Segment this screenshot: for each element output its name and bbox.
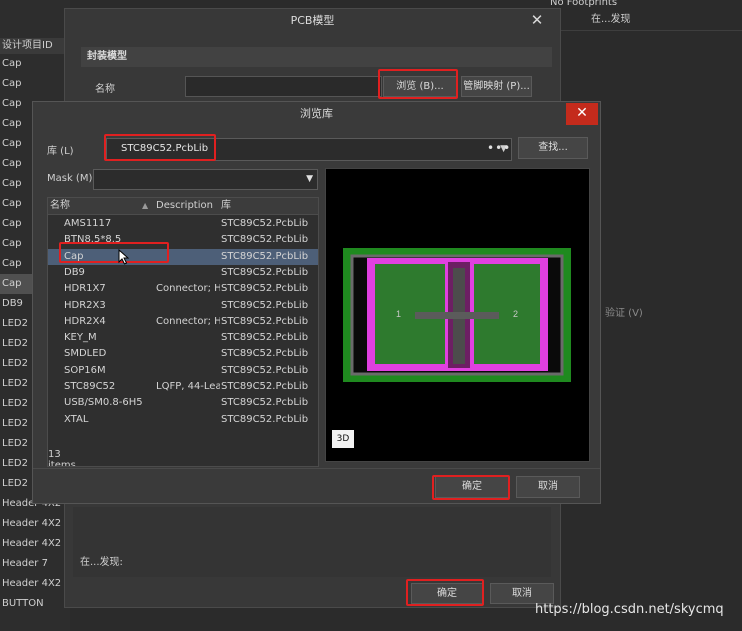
item-name: KEY_M <box>64 332 97 344</box>
list-header: 名称 ▲ Description 库 <box>48 198 318 215</box>
component-row[interactable]: Cap <box>0 54 72 74</box>
item-description: LQFP, 44-Lea <box>156 381 220 392</box>
more-options-icon[interactable]: ••• <box>487 140 511 156</box>
list-item[interactable]: Cap STC89C52.PcbLib <box>48 248 318 265</box>
footprints-status: No Footprints <box>550 0 618 8</box>
footprint-name-input[interactable] <box>185 76 382 97</box>
browse-button[interactable]: 浏览 (B)... <box>383 76 457 97</box>
column-header-description[interactable]: Description <box>156 198 213 214</box>
library-label: 库 (L) <box>47 146 74 157</box>
column-header-name[interactable]: 名称 <box>50 198 70 214</box>
list-item[interactable]: BTN8.5*8.5 STC89C52.PcbLib <box>48 232 318 248</box>
component-row[interactable]: Header 7 <box>0 554 72 574</box>
pcb-cancel-button[interactable]: 取消 <box>490 583 554 604</box>
list-item[interactable]: XTAL STC89C52.PcbLib <box>48 412 318 428</box>
item-description: Connector; H <box>156 315 220 327</box>
item-library: STC89C52.PcbLib <box>221 348 309 360</box>
list-item[interactable]: HDR2X4 Connector; H STC89C52.PcbLib <box>48 314 318 330</box>
list-item[interactable]: STC89C52 LQFP, 44-Lea STC89C52.PcbLib <box>48 379 318 395</box>
footprint-list: 名称 ▲ Description 库 AMS1117 STC89C52.PcbLi… <box>47 197 319 467</box>
item-library: STC89C52.PcbLib <box>221 315 309 327</box>
item-library: STC89C52.PcbLib <box>221 234 309 246</box>
cap-footprint-graphic: 1 2 <box>343 248 571 382</box>
sort-arrow-icon: ▲ <box>142 201 149 210</box>
list-item[interactable]: SMDLED STC89C52.PcbLib <box>48 346 318 362</box>
footprint-preview[interactable]: 1 2 3D <box>325 168 590 462</box>
item-name: STC89C52 <box>64 381 116 392</box>
item-name: USB/SM0.8-6H5 <box>64 397 143 409</box>
pad-2-label: 2 <box>513 309 518 319</box>
found-in-panel <box>73 507 551 577</box>
library-select[interactable]: STC89C52.PcbLib ▼ <box>106 138 512 161</box>
item-name: DB9 <box>64 266 85 278</box>
item-library: STC89C52.PcbLib <box>221 250 309 262</box>
item-library: STC89C52.PcbLib <box>221 299 309 311</box>
item-library: STC89C52.PcbLib <box>221 332 309 344</box>
list-item[interactable]: HDR2X3 STC89C52.PcbLib <box>48 298 318 314</box>
list-item[interactable]: HDR1X7 Connector; H STC89C52.PcbLib <box>48 281 318 297</box>
chevron-down-icon: ▼ <box>306 174 313 184</box>
browse-library-dialog: 浏览库 ✕ 库 (L) STC89C52.PcbLib ▼ ••• 查找... … <box>32 101 601 504</box>
item-library: STC89C52.PcbLib <box>221 218 309 229</box>
component-row[interactable]: Header 4X2 <box>0 514 72 534</box>
component-row[interactable]: Header 4X2 <box>0 574 72 594</box>
component-row[interactable]: Cap <box>0 74 72 94</box>
item-library: STC89C52.PcbLib <box>221 266 309 278</box>
list-item[interactable]: DB9 STC89C52.PcbLib <box>48 265 318 281</box>
component-row[interactable]: BUTTON <box>0 594 72 614</box>
verify-button[interactable]: 验证 (V) <box>605 305 685 323</box>
silkscreen-horizontal <box>415 312 499 319</box>
item-library: STC89C52.PcbLib <box>221 397 309 409</box>
column-header-library[interactable]: 库 <box>221 198 231 214</box>
item-library: STC89C52.PcbLib <box>221 413 309 425</box>
right-header-bar <box>560 8 742 31</box>
find-button[interactable]: 查找... <box>518 137 588 159</box>
item-library: STC89C52.PcbLib <box>221 283 309 295</box>
item-name: HDR2X4 <box>64 315 106 327</box>
dialog-divider <box>33 468 600 469</box>
found-in-label: 在...发现: <box>80 557 123 568</box>
item-name: Cap <box>64 250 84 262</box>
pcb-dialog-close-icon[interactable]: ✕ <box>528 11 546 29</box>
browse-cancel-button[interactable]: 取消 <box>516 476 580 498</box>
browse-dialog-title: 浏览库 <box>33 102 600 126</box>
list-item[interactable]: KEY_M STC89C52.PcbLib <box>48 330 318 346</box>
list-item[interactable]: AMS1117 STC89C52.PcbLib <box>48 216 318 232</box>
item-library: STC89C52.PcbLib <box>221 381 309 392</box>
mask-input[interactable]: ▼ <box>93 169 318 190</box>
item-name: XTAL <box>64 413 89 425</box>
pcb-dialog-title: PCB模型 <box>290 14 335 27</box>
library-select-value: STC89C52.PcbLib <box>121 143 209 154</box>
item-description: Connector; H <box>156 283 220 295</box>
pcb-ok-button[interactable]: 确定 <box>411 583 483 604</box>
list-item[interactable]: SOP16M STC89C52.PcbLib <box>48 363 318 379</box>
item-name: BTN8.5*8.5 <box>64 234 122 246</box>
item-name: HDR2X3 <box>64 299 106 311</box>
name-label: 名称 <box>95 84 115 95</box>
column-header-design-id[interactable]: 设计项目ID <box>0 38 72 54</box>
browse-ok-button[interactable]: 确定 <box>435 476 509 498</box>
item-name: SOP16M <box>64 364 106 376</box>
item-name: AMS1117 <box>64 218 112 229</box>
3d-view-button[interactable]: 3D <box>332 430 354 448</box>
mouse-cursor-icon <box>118 249 130 265</box>
item-library: STC89C52.PcbLib <box>221 364 309 376</box>
pad-1-label: 1 <box>396 309 401 319</box>
mask-label: Mask (M) <box>47 173 93 184</box>
item-name: SMDLED <box>64 348 107 360</box>
pin-map-button[interactable]: 管脚映射 (P)... <box>461 76 532 97</box>
component-row[interactable]: Header 4X2 <box>0 534 72 554</box>
browse-dialog-close-icon[interactable]: ✕ <box>566 103 598 125</box>
found-in-header: 在...发现 <box>591 14 631 25</box>
watermark-text: https://blog.csdn.net/skycmq <box>535 602 724 617</box>
footprint-section-header: 封装模型 <box>81 47 552 67</box>
item-name: HDR1X7 <box>64 283 106 295</box>
list-item[interactable]: USB/SM0.8-6H5 STC89C52.PcbLib <box>48 395 318 411</box>
